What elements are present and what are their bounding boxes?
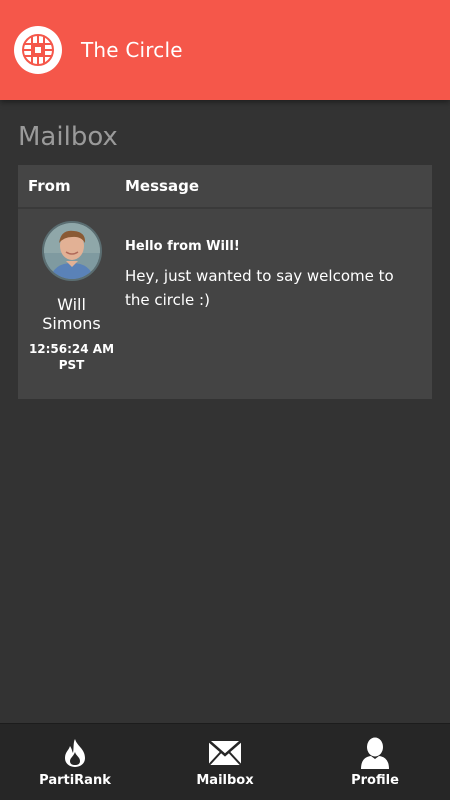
nav-item-partirank[interactable]: PartiRank bbox=[0, 724, 150, 800]
nav-label-partirank: PartiRank bbox=[39, 773, 111, 788]
from-column-header: From bbox=[28, 177, 71, 195]
app-title: The Circle bbox=[81, 38, 183, 62]
page-title: Mailbox bbox=[18, 122, 118, 152]
avatar[interactable] bbox=[41, 221, 102, 281]
envelope-icon bbox=[208, 737, 242, 769]
circle-logo-icon[interactable] bbox=[14, 26, 62, 74]
nav-item-profile[interactable]: Profile bbox=[300, 724, 450, 800]
bottom-nav: PartiRank Mailbox Profile bbox=[0, 723, 450, 800]
message-subject: Hello from Will! bbox=[125, 239, 240, 254]
message-column-header: Message bbox=[125, 177, 199, 195]
nav-label-profile: Profile bbox=[351, 773, 399, 788]
table-row[interactable]: Will Simons 12:56:24 AM PST Hello from W… bbox=[18, 209, 432, 399]
sent-time: 12:56:24 AM PST bbox=[28, 342, 115, 372]
message-cell: Hello from Will! Hey, just wanted to say… bbox=[125, 209, 432, 399]
flame-icon bbox=[61, 737, 89, 769]
table-header: From Message bbox=[18, 165, 432, 209]
nav-label-mailbox: Mailbox bbox=[196, 773, 254, 788]
message-body: Hey, just wanted to say welcome to the c… bbox=[125, 267, 394, 309]
from-cell: Will Simons 12:56:24 AM PST bbox=[18, 209, 125, 399]
mailbox-table: From Message Will Simons 12:56:24 AM PST… bbox=[18, 165, 432, 399]
nav-item-mailbox[interactable]: Mailbox bbox=[150, 724, 300, 800]
sender-name: Will Simons bbox=[42, 295, 101, 333]
user-icon bbox=[360, 737, 390, 769]
app-bar: The Circle bbox=[0, 0, 450, 100]
